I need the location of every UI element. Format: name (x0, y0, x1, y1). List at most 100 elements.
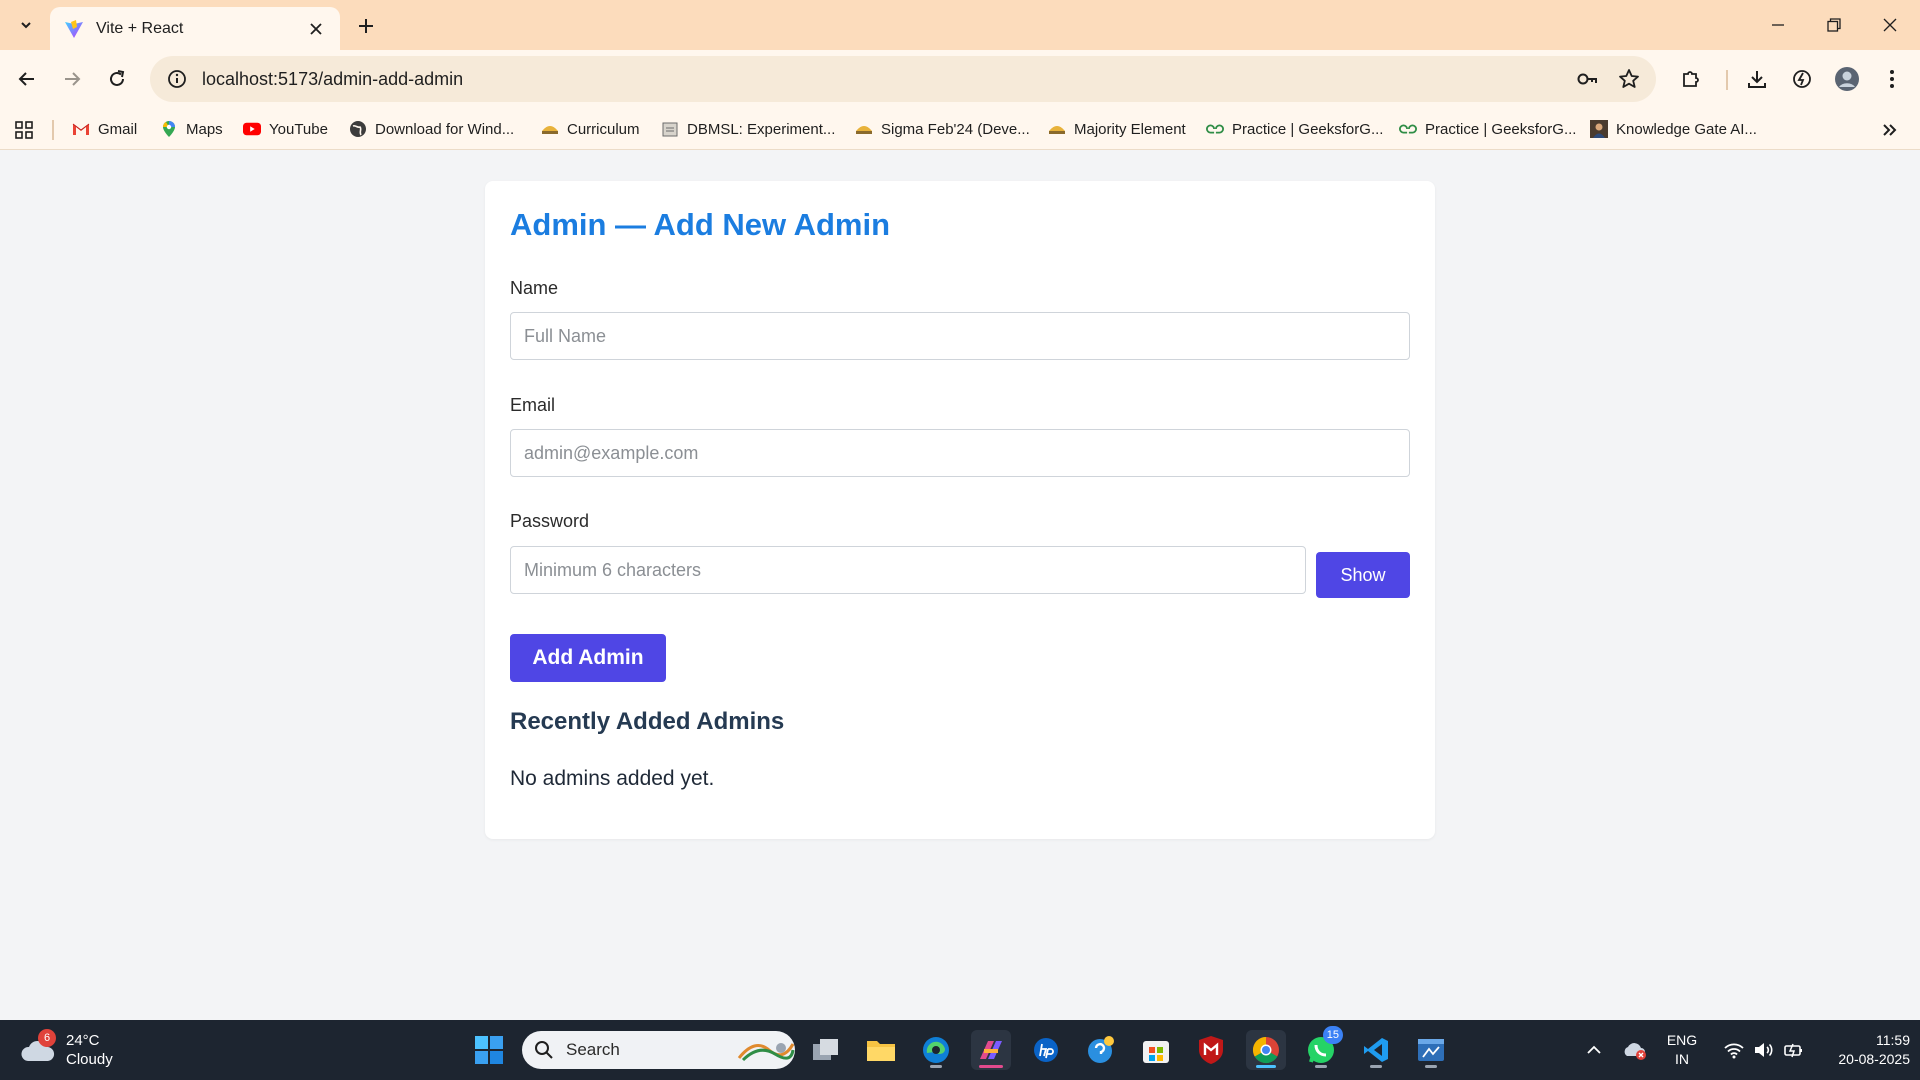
bookmark-label: YouTube (269, 120, 328, 138)
performance-icon (1793, 70, 1811, 88)
globe-icon (349, 120, 367, 138)
taskbar-file-explorer[interactable] (861, 1030, 901, 1070)
course-icon (1048, 120, 1066, 138)
shield-icon (1199, 1036, 1223, 1064)
address-bar[interactable]: localhost:5173/admin-add-admin (150, 56, 1656, 102)
taskbar-vscode[interactable] (1356, 1030, 1396, 1070)
taskbar-edge[interactable] (916, 1030, 956, 1070)
bookmark-label: Maps (186, 120, 223, 138)
puzzle-icon (1683, 71, 1699, 87)
bookmark-sigma[interactable]: Sigma Feb'24 (Deve... (855, 114, 1030, 144)
vite-icon (65, 19, 83, 38)
taskbar-search[interactable]: Search (522, 1031, 795, 1069)
taskbar-get-help[interactable] (1081, 1030, 1121, 1070)
minimize-button[interactable] (1750, 0, 1806, 50)
hp-icon (1034, 1038, 1058, 1062)
running-indicator (1315, 1065, 1327, 1068)
task-view-button[interactable] (806, 1030, 846, 1070)
folder-icon (867, 1041, 895, 1061)
bookmark-gmail[interactable]: Gmail (72, 114, 137, 144)
language-indicator[interactable]: ENG IN (1660, 1020, 1704, 1080)
bookmark-youtube[interactable]: YouTube (243, 114, 328, 144)
close-icon (1883, 18, 1897, 32)
browser-menu-button[interactable] (1874, 61, 1910, 97)
email-label: Email (510, 395, 556, 415)
weather-widget[interactable]: 6 24°C Cloudy (20, 1028, 113, 1072)
extensions-button[interactable] (1673, 61, 1709, 97)
tab-close-icon[interactable] (306, 19, 326, 39)
site-info-icon[interactable] (166, 68, 188, 90)
wifi-icon (1724, 1043, 1744, 1059)
search-icon (535, 1041, 553, 1059)
search-highlight-icon (737, 1043, 795, 1062)
name-input[interactable] (510, 312, 1410, 360)
bookmark-label: Sigma Feb'24 (Deve... (881, 120, 1030, 138)
taskbar-store[interactable] (1136, 1030, 1176, 1070)
store-icon (1143, 1041, 1169, 1063)
volume-icon (1755, 1043, 1773, 1057)
youtube-icon (243, 120, 261, 138)
chevron-up-icon (1587, 1045, 1601, 1054)
bookmark-label: Curriculum (567, 120, 640, 138)
toolbar-divider (1726, 70, 1728, 90)
bookmark-curriculum[interactable]: Curriculum (541, 114, 640, 144)
bookmark-label: DBMSL: Experiment... (687, 120, 836, 138)
bookmark-gfg-practice-2[interactable]: Practice | GeeksforG... (1399, 114, 1576, 144)
password-input[interactable] (510, 546, 1306, 594)
taskbar-copilot[interactable] (971, 1030, 1011, 1070)
clock[interactable]: 11:59 20-08-2025 (1815, 1020, 1915, 1080)
edge-icon (923, 1037, 949, 1063)
show-password-button[interactable]: Show (1316, 552, 1410, 598)
apps-grid-icon[interactable] (12, 118, 36, 142)
more-bookmarks-button[interactable] (1876, 116, 1904, 144)
forward-button[interactable] (54, 61, 90, 97)
chevron-down-icon (21, 22, 31, 29)
bookmarks-divider (52, 120, 54, 140)
quick-settings[interactable] (1714, 1020, 1814, 1080)
vscode-icon (1364, 1038, 1388, 1062)
bookmark-majority-element[interactable]: Majority Element (1048, 114, 1186, 144)
empty-state-message: No admins added yet. (510, 767, 715, 790)
new-tab-button[interactable] (352, 12, 380, 40)
arrow-left-icon (18, 72, 34, 86)
url-text[interactable]: localhost:5173/admin-add-admin (202, 69, 1572, 90)
bookmark-label: Practice | GeeksforG... (1232, 120, 1384, 138)
bookmark-download-windows[interactable]: Download for Wind... (349, 114, 514, 144)
bookmark-dbmsl[interactable]: DBMSL: Experiment... (661, 114, 835, 144)
taskbar-hp[interactable] (1026, 1030, 1066, 1070)
clock-time: 11:59 (1876, 1032, 1910, 1048)
bookmark-label: Majority Element (1074, 120, 1186, 138)
close-window-button[interactable] (1862, 0, 1918, 50)
taskbar-app-window[interactable] (1411, 1030, 1451, 1070)
taskbar-chrome[interactable] (1246, 1030, 1286, 1070)
show-hidden-icons-button[interactable] (1580, 1020, 1608, 1080)
performance-button[interactable] (1784, 61, 1820, 97)
bookmark-maps[interactable]: Maps (160, 114, 223, 144)
bookmark-knowledge-gate[interactable]: Knowledge Gate AI... (1590, 114, 1757, 144)
avatar-icon (1835, 67, 1859, 91)
onedrive-status[interactable] (1618, 1020, 1652, 1080)
bookmark-star-icon[interactable] (1614, 64, 1644, 94)
email-input[interactable] (510, 429, 1410, 477)
restore-button[interactable] (1806, 0, 1862, 50)
password-label: Password (510, 511, 590, 531)
password-key-icon[interactable] (1572, 64, 1602, 94)
gmail-icon (72, 120, 90, 138)
browser-tab[interactable]: Vite + React (50, 7, 340, 50)
start-button[interactable] (469, 1030, 509, 1070)
taskbar-mcafee[interactable] (1191, 1030, 1231, 1070)
battery-icon (1784, 1043, 1802, 1058)
back-button[interactable] (9, 61, 45, 97)
bookmark-gfg-practice-1[interactable]: Practice | GeeksforG... (1206, 114, 1383, 144)
download-icon (1748, 71, 1766, 88)
taskbar-whatsapp[interactable]: 15 (1301, 1026, 1343, 1070)
tab-title: Vite + React (96, 19, 184, 37)
add-admin-card: Admin — Add New Admin Name Email Passwor… (485, 181, 1435, 839)
plus-icon (359, 19, 373, 33)
add-admin-button[interactable]: Add Admin (510, 634, 666, 682)
downloads-button[interactable] (1739, 61, 1775, 97)
cloud-icon: 6 (20, 1029, 56, 1065)
reload-button[interactable] (99, 61, 135, 97)
profile-avatar[interactable] (1829, 61, 1865, 97)
tab-search-button[interactable] (10, 9, 42, 41)
